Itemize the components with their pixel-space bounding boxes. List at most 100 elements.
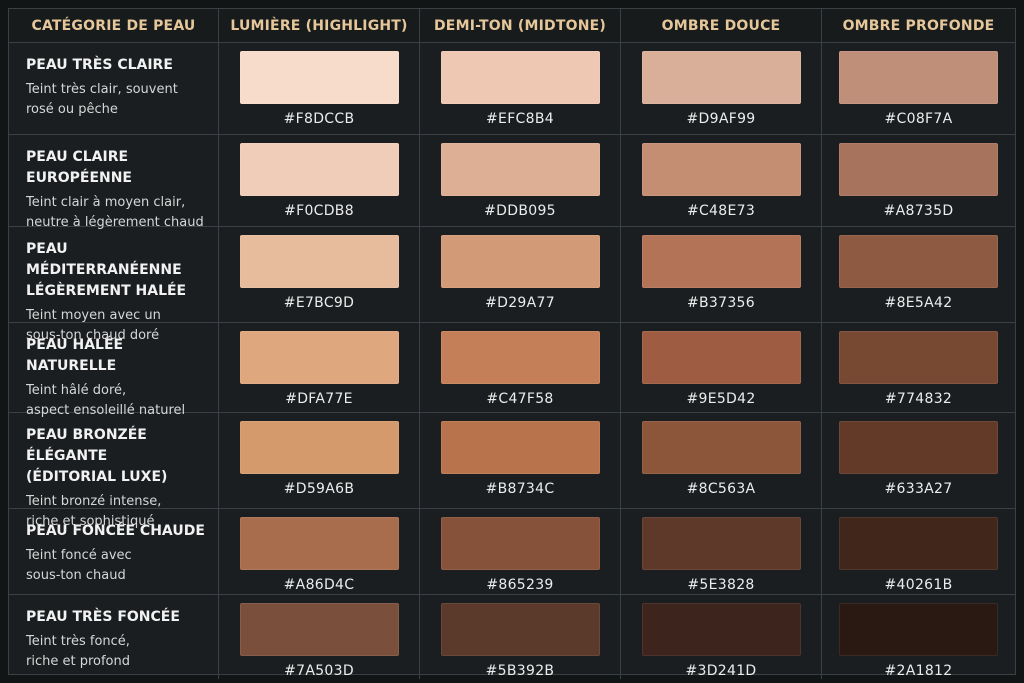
skin-category-description: Teint très foncé, riche et profond (26, 634, 130, 669)
hex-code: #3D241D (685, 663, 757, 679)
midtone-swatch[interactable] (440, 421, 600, 474)
table-row: PEAU TRÈS FONCÉE Teint très foncé, riche … (9, 595, 1015, 679)
deep-shadow-swatch[interactable] (839, 143, 998, 196)
hex-code: #C48E73 (686, 203, 756, 219)
header-deep-shadow: OMBRE PROFONDE (842, 17, 995, 34)
midtone-swatch[interactable] (440, 331, 600, 384)
deep-shadow-swatch[interactable] (839, 517, 998, 570)
hex-code: #DDB095 (484, 203, 556, 219)
hex-code: #C08F7A (884, 111, 953, 127)
skin-category-cell: PEAU FONCÉE CHAUDE Teint foncé avec sous-… (9, 509, 219, 594)
hex-code: #8C563A (686, 481, 756, 497)
hex-code: #E7BC9D (283, 295, 355, 311)
soft-shadow-swatch[interactable] (641, 143, 801, 196)
hex-code: #865239 (486, 577, 554, 593)
header-midtone: DEMI-TON (MIDTONE) (420, 9, 621, 42)
skin-category-title: PEAU CLAIRE EUROPÉENNE (26, 149, 132, 186)
soft-shadow-swatch[interactable] (641, 331, 801, 384)
highlight-swatch[interactable] (239, 603, 399, 656)
highlight-swatch[interactable] (239, 517, 399, 570)
highlight-cell: #F8DCCB (219, 43, 420, 134)
hex-code: #633A27 (884, 481, 953, 497)
deep-shadow-cell: #774832 (822, 323, 1015, 421)
skin-category-title: PEAU HALÉE NATURELLE (26, 337, 124, 374)
highlight-swatch[interactable] (239, 421, 399, 474)
soft-shadow-swatch[interactable] (641, 603, 801, 656)
midtone-cell: #5B392B (420, 595, 621, 679)
deep-shadow-swatch[interactable] (839, 331, 998, 384)
soft-shadow-cell: #9E5D42 (621, 323, 822, 421)
hex-code: #B37356 (687, 295, 755, 311)
deep-shadow-swatch[interactable] (839, 51, 998, 104)
midtone-swatch[interactable] (440, 517, 600, 570)
highlight-cell: #DFA77E (219, 323, 420, 421)
midtone-swatch[interactable] (440, 51, 600, 104)
deep-shadow-swatch[interactable] (839, 603, 998, 656)
skin-tone-palette-table: CATÉGORIE DE PEAU LUMIÈRE (HIGHLIGHT) DE… (8, 8, 1016, 679)
hex-code: #2A1812 (884, 663, 953, 679)
deep-shadow-swatch[interactable] (839, 235, 998, 288)
hex-code: #D59A6B (283, 481, 355, 497)
soft-shadow-swatch[interactable] (641, 421, 801, 474)
skin-category-cell: PEAU TRÈS CLAIRE Teint très clair, souven… (9, 43, 219, 134)
midtone-swatch[interactable] (440, 603, 600, 656)
table-row: PEAU FONCÉE CHAUDE Teint foncé avec sous-… (9, 509, 1015, 595)
hex-code: #C47F58 (486, 391, 554, 407)
table-row: PEAU MÉDITERRANÉENNE LÉGÈREMENT HALÉE Tei… (9, 227, 1015, 346)
table-row: PEAU CLAIRE EUROPÉENNE Teint clair à moye… (9, 135, 1015, 233)
midtone-cell: #DDB095 (420, 135, 621, 233)
highlight-swatch[interactable] (239, 51, 399, 104)
skin-category-title: PEAU TRÈS FONCÉE (26, 609, 180, 625)
skin-category-title: PEAU MÉDITERRANÉENNE LÉGÈREMENT HALÉE (26, 241, 187, 299)
skin-category-title: PEAU BRONZÉE ÉLÉGANTE (ÉDITORIAL LUXE) (26, 427, 168, 485)
skin-category-title: PEAU TRÈS CLAIRE (26, 57, 173, 73)
midtone-cell: #EFC8B4 (420, 43, 621, 134)
table-row: PEAU HALÉE NATURELLE Teint hâlé doré, asp… (9, 323, 1015, 421)
highlight-cell: #F0CDB8 (219, 135, 420, 233)
table-row: PEAU TRÈS CLAIRE Teint très clair, souven… (9, 43, 1015, 135)
hex-code: #DFA77E (285, 391, 353, 407)
skin-category-cell: PEAU TRÈS FONCÉE Teint très foncé, riche … (9, 595, 219, 679)
hex-code: #A86D4C (283, 577, 355, 593)
deep-shadow-cell: #40261B (822, 509, 1015, 594)
midtone-cell: #865239 (420, 509, 621, 594)
highlight-swatch[interactable] (239, 235, 399, 288)
deep-shadow-cell: #A8735D (822, 135, 1015, 233)
soft-shadow-cell: #3D241D (621, 595, 822, 679)
header-category: CATÉGORIE DE PEAU (9, 9, 219, 42)
hex-code: #5E3828 (687, 577, 755, 593)
highlight-cell: #7A503D (219, 595, 420, 679)
header-soft-shadow: OMBRE DOUCE (621, 9, 822, 42)
hex-code: #F0CDB8 (284, 203, 354, 219)
midtone-swatch[interactable] (440, 235, 600, 288)
highlight-cell: #A86D4C (219, 509, 420, 594)
hex-code: #40261B (884, 577, 953, 593)
soft-shadow-swatch[interactable] (641, 235, 801, 288)
hex-code: #A8735D (883, 203, 954, 219)
hex-code: #B8734C (485, 481, 555, 497)
skin-category-description: Teint très clair, souvent rosé ou pêche (26, 82, 178, 117)
hex-code: #D29A77 (485, 295, 555, 311)
hex-code: #F8DCCB (283, 111, 355, 127)
hex-code: #8E5A42 (884, 295, 953, 311)
skin-category-title: PEAU FONCÉE CHAUDE (26, 523, 205, 539)
hex-code: #5B392B (485, 663, 555, 679)
hex-code: #9E5D42 (686, 391, 756, 407)
highlight-swatch[interactable] (239, 143, 399, 196)
deep-shadow-swatch[interactable] (839, 421, 998, 474)
soft-shadow-cell: #D9AF99 (621, 43, 822, 134)
soft-shadow-cell: #5E3828 (621, 509, 822, 594)
hex-code: #EFC8B4 (486, 111, 554, 127)
hex-code: #774832 (884, 391, 953, 407)
soft-shadow-swatch[interactable] (641, 517, 801, 570)
skin-category-description: Teint foncé avec sous-ton chaud (26, 548, 132, 583)
midtone-cell: #C47F58 (420, 323, 621, 421)
header-highlight: LUMIÈRE (HIGHLIGHT) (219, 9, 420, 42)
table-header: CATÉGORIE DE PEAU LUMIÈRE (HIGHLIGHT) DE… (9, 9, 1015, 43)
highlight-swatch[interactable] (239, 331, 399, 384)
hex-code: #7A503D (284, 663, 354, 679)
midtone-swatch[interactable] (440, 143, 600, 196)
soft-shadow-swatch[interactable] (641, 51, 801, 104)
skin-category-cell: PEAU HALÉE NATURELLE Teint hâlé doré, asp… (9, 323, 219, 421)
table-row: PEAU BRONZÉE ÉLÉGANTE (ÉDITORIAL LUXE) Te… (9, 413, 1015, 532)
